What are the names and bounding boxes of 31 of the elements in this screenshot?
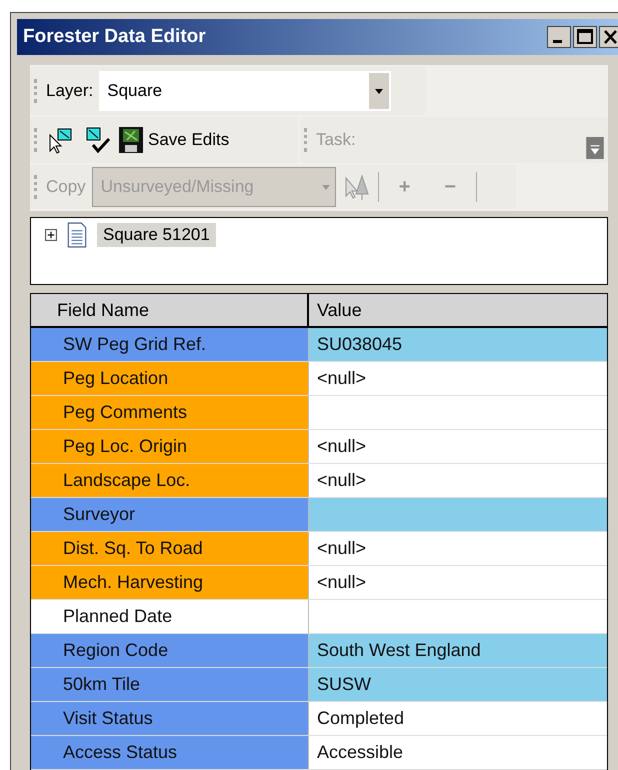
field-name-cell: SW Peg Grid Ref.: [31, 328, 309, 361]
field-name-cell: 50km Tile: [31, 668, 309, 701]
layer-dropdown[interactable]: Square: [99, 71, 392, 111]
value-cell[interactable]: [309, 498, 607, 531]
overflow-icon[interactable]: [586, 137, 604, 159]
field-name-cell: Landscape Loc.: [31, 464, 309, 497]
field-name-cell: Visit Status: [31, 702, 309, 735]
field-name-cell: Mech. Harvesting: [31, 566, 309, 599]
field-name-cell: Region Code: [31, 634, 309, 667]
save-edits-button[interactable]: Save Edits: [118, 126, 230, 154]
value-cell[interactable]: SUSW: [309, 668, 607, 701]
expand-icon[interactable]: [45, 229, 57, 241]
field-name-cell: Dist. Sq. To Road: [31, 532, 309, 565]
task-label: Task:: [316, 130, 356, 150]
close-icon[interactable]: [599, 26, 618, 48]
document-icon: [67, 222, 87, 248]
value-cell[interactable]: SU038045: [309, 328, 607, 361]
value-cell[interactable]: South West England: [309, 634, 607, 667]
column-header[interactable]: Field Name: [31, 294, 309, 326]
minimize-icon[interactable]: [547, 26, 571, 48]
window-title: Forester Data Editor: [23, 26, 206, 48]
field-name-cell: Peg Loc. Origin: [31, 430, 309, 463]
field-name-cell: Access Status: [31, 736, 309, 769]
dropdown-arrow-icon[interactable]: [375, 88, 384, 94]
field-name-cell: Peg Comments: [31, 396, 309, 429]
column-header[interactable]: Value: [309, 294, 607, 326]
field-name-cell: Peg Location: [31, 362, 309, 395]
layer-label: Layer:: [46, 81, 94, 101]
field-name-cell: Surveyor: [31, 498, 309, 531]
tree-item[interactable]: Square 51201: [97, 223, 216, 247]
maximize-icon[interactable]: [573, 26, 597, 48]
